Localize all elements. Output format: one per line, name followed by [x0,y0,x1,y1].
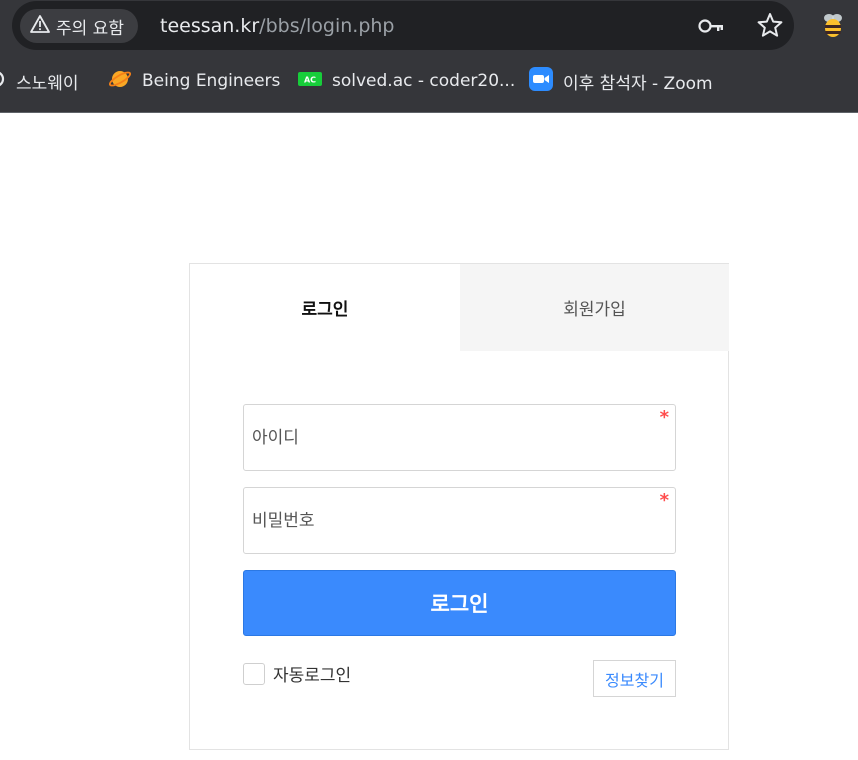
tab-join[interactable]: 회원가입 [460,264,729,351]
bookmark-label: 스노웨이 [16,73,79,94]
login-button[interactable]: 로그인 [243,570,676,636]
bee-extension-icon[interactable] [820,11,846,39]
ac-badge-icon: AC [298,71,322,92]
required-mark: * [659,407,669,428]
find-info-button[interactable]: 정보찾기 [593,660,676,697]
bookmark-label: Being Engineers [142,71,281,91]
login-card: 로그인 회원가입 * * 로그인 자동로그인 정보찾기 [189,263,729,750]
warning-triangle-icon [30,14,56,38]
partial-circle-icon [0,70,6,93]
zoom-icon [529,66,553,96]
required-mark: * [659,490,669,511]
auto-login-option[interactable]: 자동로그인 [243,661,351,686]
planet-icon [108,67,132,96]
bookmark-item-zoom[interactable]: 이후 참석자 - Zoom [529,66,713,96]
key-icon[interactable] [698,15,724,37]
id-input[interactable] [244,405,675,470]
security-label: 주의 요함 [56,18,124,39]
url-text[interactable]: teessan.kr/bbs/login.php [160,14,394,38]
password-field[interactable]: * [243,487,676,554]
bookmarks-bar: 스노웨이 Being Engineers AC solved.ac - code… [0,60,858,102]
bookmark-item-snoway[interactable]: 스노웨이 [0,67,79,95]
star-icon[interactable] [757,12,783,38]
id-field[interactable]: * [243,404,676,471]
url-host: teessan.kr [160,15,260,37]
svg-text:AC: AC [304,75,316,84]
tab-login[interactable]: 로그인 [190,264,460,351]
security-status-chip[interactable]: 주의 요함 [20,9,138,43]
bookmark-item-being-engineers[interactable]: Being Engineers [108,67,280,95]
auto-login-checkbox[interactable] [243,662,265,685]
auto-login-label: 자동로그인 [273,666,352,686]
url-path: /bbs/login.php [259,15,395,37]
bookmark-item-solved-ac[interactable]: AC solved.ac - coder20... [298,67,515,95]
address-bar[interactable]: 주의 요함 teessan.kr/bbs/login.php [12,1,794,50]
password-input[interactable] [244,488,675,553]
bookmark-label: solved.ac - coder20... [332,71,516,91]
bookmark-label: 이후 참석자 - Zoom [563,73,713,94]
browser-toolbar: 주의 요함 teessan.kr/bbs/login.php 스노웨이 Bein… [0,0,858,113]
